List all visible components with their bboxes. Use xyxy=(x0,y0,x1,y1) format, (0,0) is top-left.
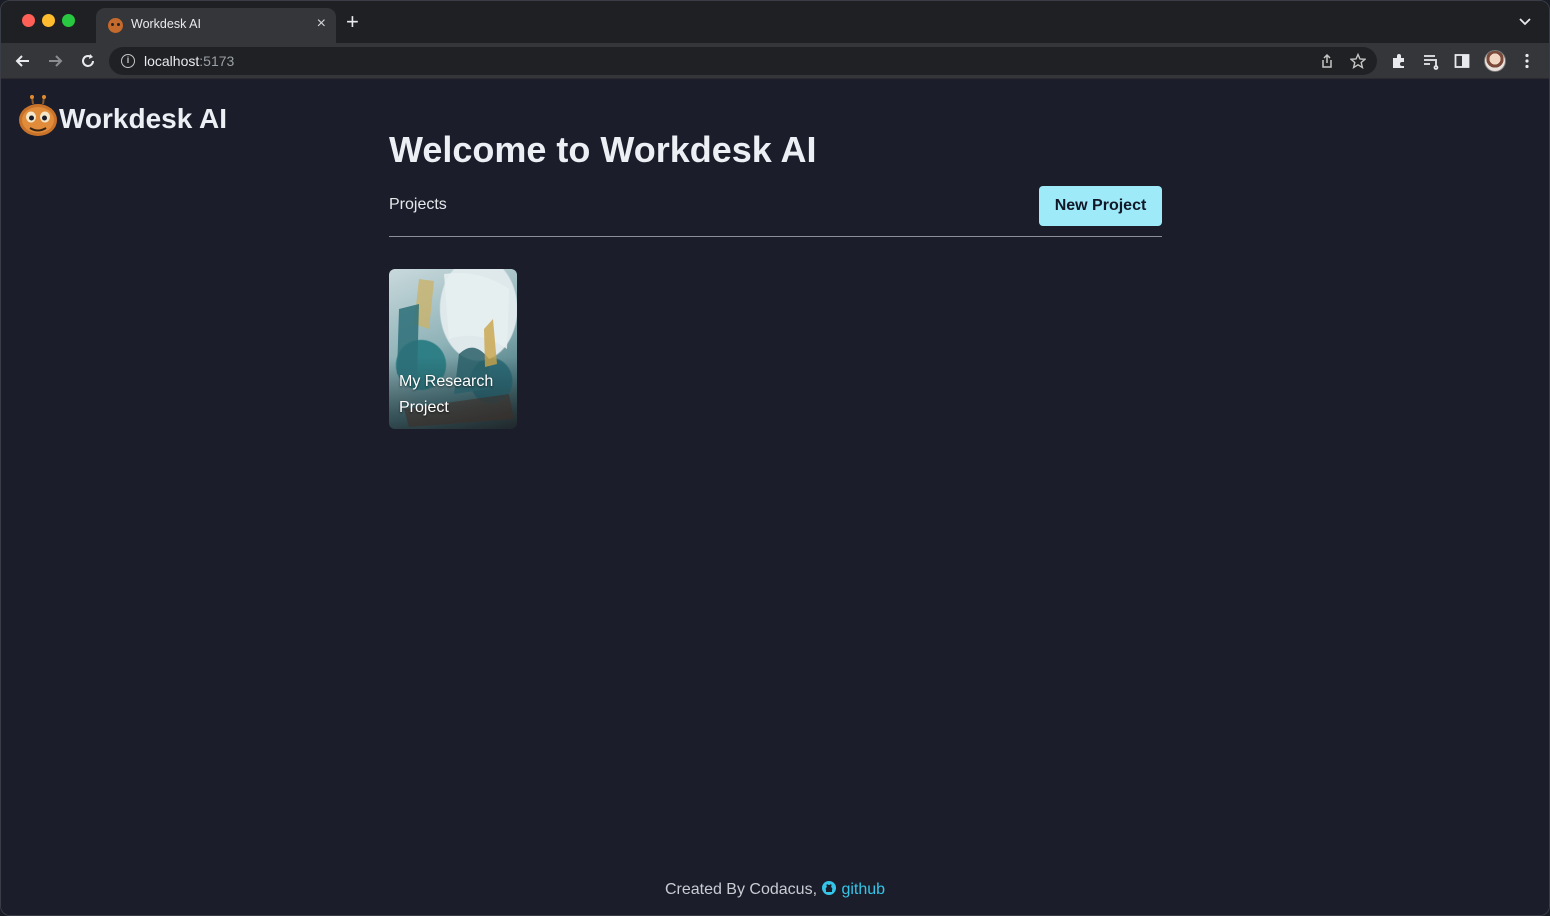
page-title: Welcome to Workdesk AI xyxy=(389,129,817,170)
project-card[interactable]: My Research Project xyxy=(389,269,517,429)
maximize-window-button[interactable] xyxy=(62,14,75,27)
favicon-icon xyxy=(108,18,123,33)
kebab-menu-icon[interactable] xyxy=(1518,52,1536,70)
reload-icon[interactable] xyxy=(78,51,98,71)
projects-section-label: Projects xyxy=(389,196,447,213)
side-panel-icon[interactable] xyxy=(1453,52,1471,70)
browser-toolbar: i localhost:5173 xyxy=(1,43,1549,79)
url-port: :5173 xyxy=(199,53,235,69)
forward-arrow-icon[interactable] xyxy=(45,51,65,71)
tab-strip: Workdesk AI × + xyxy=(1,1,1549,43)
reading-list-icon[interactable] xyxy=(1422,52,1440,70)
url-host: localhost xyxy=(144,53,200,69)
tab-close-button[interactable]: × xyxy=(317,15,326,33)
address-bar[interactable]: i localhost:5173 xyxy=(109,47,1377,75)
back-arrow-icon[interactable] xyxy=(13,51,33,71)
minimize-window-button[interactable] xyxy=(42,14,55,27)
tab-title: Workdesk AI xyxy=(131,17,201,31)
app-page: Workdesk AI Welcome to Workdesk AI Proje… xyxy=(1,79,1549,915)
new-project-button[interactable]: New Project xyxy=(1039,186,1162,226)
extensions-icon[interactable] xyxy=(1390,52,1408,70)
footer-credit: Created By Codacus, xyxy=(664,881,818,898)
section-divider xyxy=(389,236,1162,237)
browser-window: Workdesk AI × + i localhost:5173 Workdes… xyxy=(0,0,1550,916)
profile-avatar[interactable] xyxy=(1484,50,1506,72)
robot-logo-icon xyxy=(19,95,57,136)
url-text: localhost:5173 xyxy=(144,53,234,69)
github-link-label: github xyxy=(841,881,886,898)
github-link[interactable]: github xyxy=(821,881,885,898)
star-icon[interactable] xyxy=(1350,53,1366,69)
brand-title[interactable]: Workdesk AI xyxy=(59,103,227,135)
tab-workdesk[interactable]: Workdesk AI × xyxy=(96,8,336,43)
project-card-title: My Research Project xyxy=(399,373,494,416)
share-icon[interactable] xyxy=(1319,53,1335,69)
close-window-button[interactable] xyxy=(22,14,35,27)
github-icon xyxy=(822,881,837,895)
footer: Created By Codacus, github xyxy=(1,880,1549,899)
info-icon[interactable]: i xyxy=(121,54,135,68)
tab-search-chevron-icon[interactable] xyxy=(1517,13,1533,29)
new-tab-button[interactable]: + xyxy=(346,10,359,34)
